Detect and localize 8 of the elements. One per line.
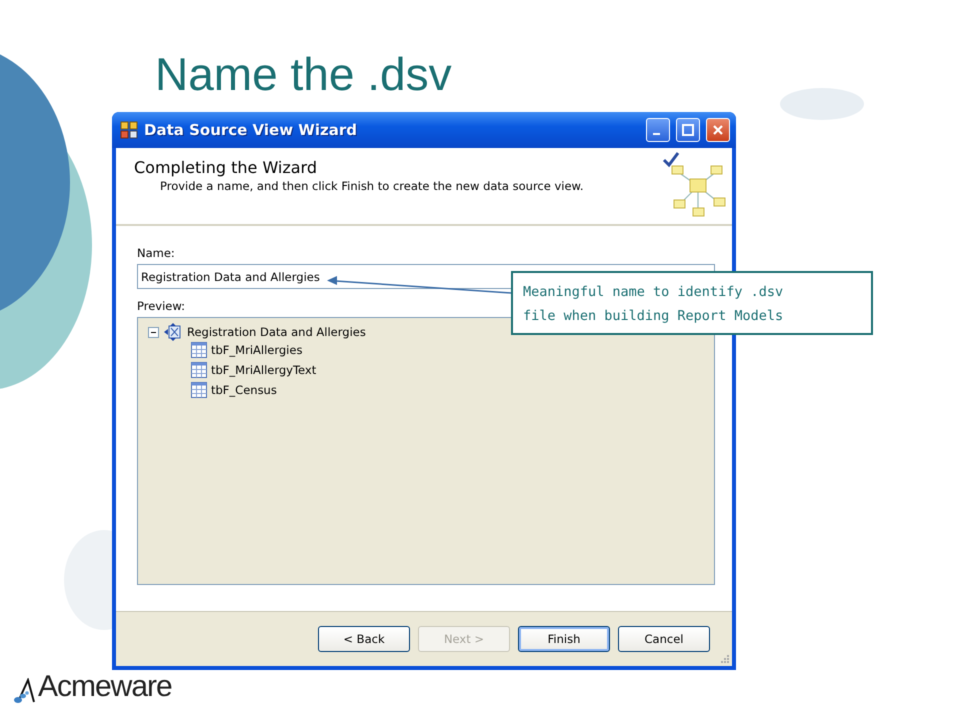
window-title: Data Source View Wizard [144,121,358,139]
header-subtitle: Provide a name, and then click Finish to create the new data source view. [160,179,585,193]
slide-title: Name the .dsv [155,47,453,102]
name-label: Name: [137,246,176,260]
header-title: Completing the Wizard [134,158,318,177]
callout-tooltip: Meaningful name to identify .dsv file when building Report Models [511,271,873,335]
logo-text: Acmeware [38,670,172,704]
preview-label: Preview: [137,299,186,313]
